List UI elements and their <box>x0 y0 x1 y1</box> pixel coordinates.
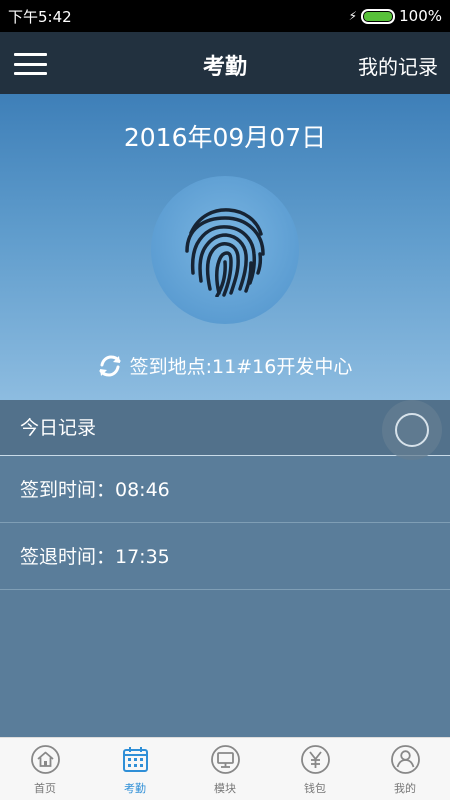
tab-home[interactable]: 首页 <box>0 738 90 800</box>
battery-percentage: 100% <box>399 7 442 25</box>
monitor-icon <box>210 745 240 774</box>
tab-home-label: 首页 <box>34 782 56 795</box>
battery-icon <box>361 8 396 24</box>
checkin-location-row[interactable]: 签到地点:11#16开发中心 <box>0 352 450 379</box>
tab-wallet-label: 钱包 <box>304 782 326 795</box>
status-bar: 下午5:42 ⚡ 100% <box>0 0 450 32</box>
checkin-location: 签到地点:11#16开发中心 <box>129 356 353 378</box>
tab-modules-label: 模块 <box>214 782 236 795</box>
status-time: 下午5:42 <box>8 7 72 26</box>
today-records-title: 今日记录 <box>20 417 97 439</box>
tab-attendance-label: 考勤 <box>124 782 146 795</box>
checkout-time-row: 签退时间：17:35 <box>0 524 450 590</box>
home-icon <box>30 745 60 774</box>
battery-fill <box>364 11 393 21</box>
fingerprint-icon <box>185 208 265 297</box>
checkout-time: 签退时间：17:35 <box>20 546 170 568</box>
floating-action-button[interactable] <box>382 400 442 460</box>
tab-modules[interactable]: 模块 <box>180 738 270 800</box>
current-date: 2016年09月07日 <box>123 123 327 152</box>
fingerprint-button[interactable] <box>151 176 299 324</box>
tab-profile[interactable]: 我的 <box>360 738 450 800</box>
app-header: 考勤 我的记录 <box>0 32 450 94</box>
status-indicators: ⚡ 100% <box>349 7 442 25</box>
refresh-icon[interactable] <box>98 354 122 378</box>
floating-ring-icon <box>395 413 429 447</box>
today-records-panel: 今日记录 签到时间：08:46 签退时间：17:35 <box>0 400 450 737</box>
records-header-divider <box>0 455 450 456</box>
charging-icon: ⚡ <box>348 9 358 23</box>
tab-profile-label: 我的 <box>394 782 416 795</box>
bottom-navigation: 首页 考勤 模块 钱包 我的 <box>0 737 450 800</box>
checkin-time: 签到时间：08:46 <box>20 479 170 501</box>
attendance-hero: 2016年09月07日 签到地点:11#16开发中心 <box>0 94 450 400</box>
my-records-button[interactable]: 我的记录 <box>358 51 438 80</box>
attendance-screen: 下午5:42 ⚡ 100% 考勤 我的记录 2016年09月07日 签到地点:1… <box>0 0 450 800</box>
checkin-time-row: 签到时间：08:46 <box>0 457 450 523</box>
wallet-yen-icon <box>300 745 330 774</box>
calendar-icon <box>122 747 148 772</box>
user-icon <box>390 745 420 774</box>
tab-attendance[interactable]: 考勤 <box>90 738 180 800</box>
tab-wallet[interactable]: 钱包 <box>270 738 360 800</box>
